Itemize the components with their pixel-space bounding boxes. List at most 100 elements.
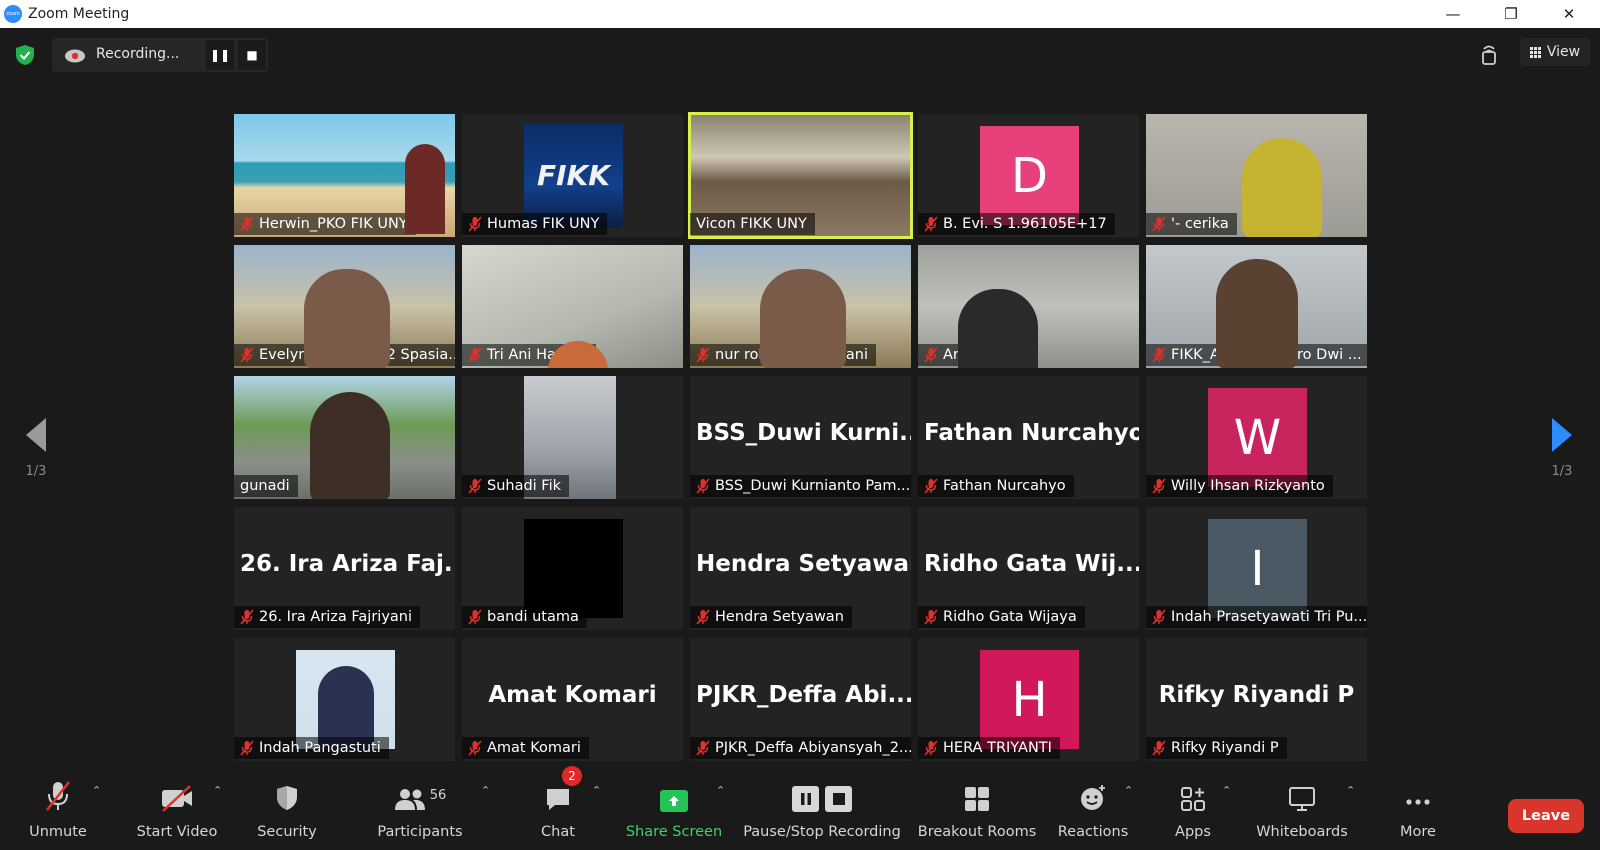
participant-tile[interactable]: W Willy Ihsan Rizkyanto (1146, 376, 1367, 499)
participant-name: nur rohmah muktiani (715, 347, 868, 363)
chat-options-caret-icon[interactable]: ⌃ (592, 784, 602, 797)
participant-tile[interactable]: nur rohmah muktiani (690, 245, 911, 368)
participant-display-name: Ridho Gata Wij... (924, 551, 1139, 577)
window-title: Zoom Meeting (28, 6, 130, 22)
video-options-caret-icon[interactable]: ⌃ (213, 784, 223, 797)
chat-bubble-icon: 2 (544, 766, 582, 812)
participant-tile[interactable]: bandi utama (462, 507, 683, 630)
participant-tile[interactable]: PJKR_Deffa Abi... PJKR_Deffa Abiyansyah_2… (690, 638, 911, 761)
chat-button[interactable]: 2 Chat (538, 766, 582, 850)
participant-name-label: B. Evi. S 1.96105E+17 (918, 213, 1115, 235)
participant-tile[interactable]: Hendra Setyawan Hendra Setyawan (690, 507, 911, 630)
participants-button[interactable]: 56 Participants (376, 772, 464, 850)
security-button[interactable]: Security (254, 772, 320, 850)
muted-mic-icon (696, 478, 710, 494)
participant-name: Fathan Nurcahyo (943, 478, 1066, 494)
participant-tile[interactable]: FIKK_Agus Susworo Dwi ... (1146, 245, 1367, 368)
participant-tile[interactable]: 26. Ira Ariza Faj... 26. Ira Ariza Fajriy… (234, 507, 455, 630)
participant-tile[interactable]: Amat Komari Amat Komari (462, 638, 683, 761)
close-button[interactable]: ✕ (1546, 0, 1592, 28)
participants-icon (394, 789, 425, 810)
participant-name-label: Fathan Nurcahyo (918, 475, 1074, 497)
start-video-label: Start Video (136, 824, 218, 840)
page-indicator-left: 1/3 (25, 464, 47, 479)
muted-mic-icon (468, 609, 482, 625)
participant-name-label: BSS_Duwi Kurnianto Pam... (690, 475, 911, 497)
participant-tile[interactable]: D B. Evi. S 1.96105E+17 (918, 114, 1139, 237)
participant-tile[interactable]: Evelyn Adventa - 2 Spasia... (234, 245, 455, 368)
page-indicator-right: 1/3 (1551, 464, 1573, 479)
participant-tile[interactable]: gunadi (234, 376, 455, 499)
participant-tile[interactable]: BSS_Duwi Kurni... BSS_Duwi Kurnianto Pam.… (690, 376, 911, 499)
participant-tile[interactable]: Ridho Gata Wij... Ridho Gata Wijaya (918, 507, 1139, 630)
pause-icon (792, 786, 819, 812)
avatar-initial: D (980, 126, 1079, 225)
participant-tile[interactable]: '- cerika (1146, 114, 1367, 237)
participant-tile[interactable]: I Indah Prasetyawati Tri Pu... (1146, 507, 1367, 630)
whiteboards-button[interactable]: Whiteboards (1256, 772, 1348, 850)
participant-name: Herwin_PKO FIK UNY (259, 216, 408, 232)
participant-name: Willy Ihsan Rizkyanto (1171, 478, 1325, 494)
previous-page-nav[interactable]: 1/3 (16, 418, 56, 479)
whiteboards-options-caret-icon[interactable]: ⌃ (1346, 784, 1356, 797)
profile-picture (296, 650, 395, 749)
participant-tile[interactable]: Ari Iswanto (918, 245, 1139, 368)
participant-display-name: Rifky Riyandi P (1158, 682, 1355, 708)
participant-display-name: 26. Ira Ariza Faj... (240, 551, 455, 577)
chat-label: Chat (541, 824, 575, 840)
chat-unread-badge: 2 (562, 766, 582, 786)
breakout-rooms-button[interactable]: Breakout Rooms (918, 772, 1036, 850)
participant-name: Ari Iswanto (943, 347, 1024, 363)
participant-name-label: Tri Ani Hastuti (462, 344, 597, 366)
live-transcript-icon[interactable] (1473, 40, 1505, 68)
participant-name-label: Rifky Riyandi P (1146, 737, 1287, 759)
reactions-button[interactable]: Reactions (1058, 772, 1128, 850)
arrow-left-icon[interactable] (26, 418, 46, 452)
participant-tile[interactable]: Fathan Nurcahyo Fathan Nurcahyo (918, 376, 1139, 499)
participant-tile[interactable]: Vicon FIKK UNY (688, 112, 913, 239)
stop-recording-button[interactable]: ■ (238, 40, 266, 70)
participant-name-label: Willy Ihsan Rizkyanto (1146, 475, 1333, 497)
participant-name: '- cerika (1171, 216, 1229, 232)
participant-display-name: PJKR_Deffa Abi... (696, 682, 911, 708)
restore-button[interactable]: ❐ (1488, 0, 1534, 28)
participant-name: BSS_Duwi Kurnianto Pam... (715, 478, 911, 494)
participant-display-name: BSS_Duwi Kurni... (696, 420, 911, 446)
muted-mic-icon (468, 478, 482, 494)
participant-tile[interactable]: FIKK Humas FIK UNY (462, 114, 683, 237)
share-screen-button[interactable]: Share Screen (626, 772, 722, 850)
participant-tile[interactable]: H HERA TRIYANTI (918, 638, 1139, 761)
pause-recording-button[interactable]: ❚❚ (206, 40, 234, 70)
unmute-button[interactable]: Unmute (26, 772, 90, 850)
start-video-button[interactable]: Start Video (132, 772, 222, 850)
participant-name-label: '- cerika (1146, 213, 1237, 235)
participant-tile[interactable]: Tri Ani Hastuti (462, 245, 683, 368)
more-button[interactable]: More (1398, 772, 1438, 850)
audio-options-caret-icon[interactable]: ⌃ (92, 784, 102, 797)
muted-mic-icon (696, 347, 710, 363)
profile-logo-image: FIKK (524, 124, 623, 227)
next-page-nav[interactable]: 1/3 (1542, 418, 1582, 479)
participant-tile[interactable]: Suhadi Fik (462, 376, 683, 499)
participants-options-caret-icon[interactable]: ⌃ (481, 784, 491, 797)
view-button[interactable]: View (1520, 38, 1590, 66)
avatar-initial: I (1208, 519, 1307, 618)
arrow-right-icon[interactable] (1552, 418, 1572, 452)
muted-mic-icon (924, 740, 938, 756)
encryption-shield-icon[interactable] (14, 44, 36, 66)
leave-button[interactable]: Leave (1508, 799, 1584, 833)
participant-name: Vicon FIKK UNY (696, 216, 807, 232)
recording-controls-icons (792, 772, 852, 812)
minimize-button[interactable]: — (1430, 0, 1476, 28)
participant-tile[interactable]: Indah Pangastuti (234, 638, 455, 761)
participant-tile[interactable]: Rifky Riyandi P Rifky Riyandi P (1146, 638, 1367, 761)
pause-stop-recording-button[interactable]: Pause/Stop Recording (743, 772, 901, 850)
participant-name: Suhadi Fik (487, 478, 562, 494)
reactions-options-caret-icon[interactable]: ⌃ (1124, 784, 1134, 797)
participant-name-label: Ari Iswanto (918, 344, 1032, 366)
participant-tile[interactable]: Herwin_PKO FIK UNY (234, 114, 455, 237)
participant-name-label: PJKR_Deffa Abiyansyah_2... (690, 737, 911, 759)
apps-button[interactable]: Apps (1172, 772, 1214, 850)
apps-options-caret-icon[interactable]: ⌃ (1222, 784, 1232, 797)
share-options-caret-icon[interactable]: ⌃ (716, 784, 726, 797)
